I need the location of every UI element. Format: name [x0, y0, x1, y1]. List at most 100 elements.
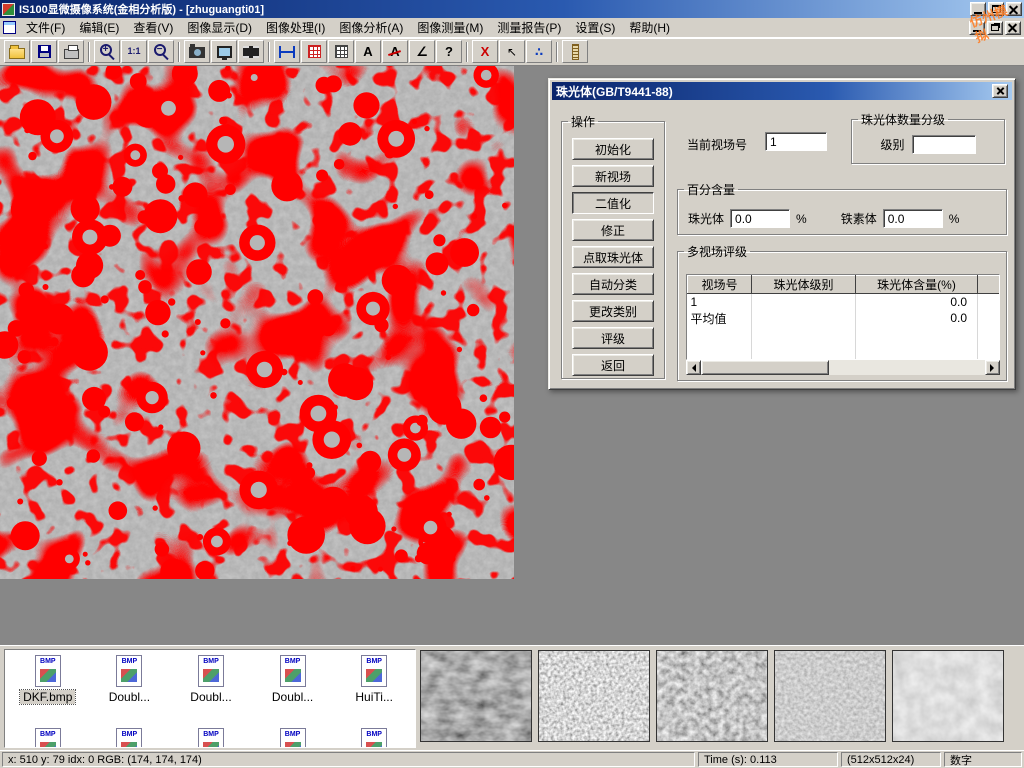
text-ax-icon: A — [390, 45, 399, 58]
one-one-button[interactable]: 1:1 — [121, 40, 147, 63]
menu-bar: 文件(F)编辑(E)查看(V)图像显示(D)图像处理(I)图像分析(A)图像测量… — [0, 18, 1024, 38]
thumbnail-3[interactable] — [656, 650, 768, 742]
new-field-button[interactable]: 新视场 — [572, 165, 654, 187]
file-item[interactable]: BMP — [7, 728, 89, 748]
change-class-button[interactable]: 更改类别 — [572, 300, 654, 322]
binarize-button[interactable]: 二值化 — [572, 192, 654, 214]
help-button[interactable]: ? — [436, 40, 462, 63]
menu-measure-report[interactable]: 测量报告(P) — [490, 17, 568, 38]
text-a-button[interactable]: A — [355, 40, 381, 63]
display-button[interactable] — [211, 40, 237, 63]
file-item[interactable]: BMP — [89, 728, 171, 748]
one-one-icon: 1:1 — [127, 47, 140, 56]
current-field-input[interactable] — [765, 132, 827, 151]
init-button[interactable]: 初始化 — [572, 138, 654, 160]
minimize-icon — [973, 30, 981, 32]
child-close-button[interactable] — [1005, 21, 1021, 35]
column-content[interactable]: 珠光体含量(%) — [856, 276, 978, 294]
file-name: Doubl... — [269, 690, 316, 704]
ferrite-percent-input[interactable] — [883, 209, 943, 228]
maximize-button[interactable] — [988, 2, 1004, 16]
micrograph-image[interactable] — [0, 66, 514, 579]
column-field[interactable]: 视场号 — [688, 276, 752, 294]
title-bar: IS100显微摄像系统(金相分析版) - [zhuguangti01] — [0, 0, 1024, 18]
menu-image-display[interactable]: 图像显示(D) — [180, 17, 259, 38]
file-item[interactable]: BMP — [333, 728, 415, 748]
cut-button[interactable]: X — [472, 40, 498, 63]
file-item[interactable]: BMP — [170, 728, 252, 748]
multi-field-table[interactable]: 视场号 珠光体级别 珠光体含量(%) 铁素 10.0平均值0.0 — [686, 274, 1000, 360]
pearlite-percent-input[interactable] — [730, 209, 790, 228]
auto-classify-button[interactable]: 自动分类 — [572, 273, 654, 295]
zoom-in-button[interactable]: + — [94, 40, 120, 63]
table-row[interactable]: 平均值0.0 — [688, 310, 1001, 327]
child-window-icon[interactable] — [3, 21, 16, 34]
print-button[interactable] — [58, 40, 84, 63]
window-controls — [970, 2, 1022, 16]
table-row-empty — [688, 327, 1001, 343]
grid-red-button[interactable] — [301, 40, 327, 63]
select-button[interactable]: ↖ — [499, 40, 525, 63]
ruler-button[interactable] — [562, 40, 588, 63]
file-item[interactable]: BMPDoubl... — [252, 655, 334, 704]
table-row[interactable]: 10.0 — [688, 294, 1001, 310]
child-minimize-button[interactable] — [969, 21, 985, 35]
arrow-left-icon — [688, 364, 696, 372]
scroll-track[interactable] — [701, 360, 985, 375]
scroll-right-button[interactable] — [985, 360, 1000, 375]
column-ferrite[interactable]: 铁素 — [978, 276, 1001, 294]
menu-help[interactable]: 帮助(H) — [622, 17, 677, 38]
help-icon: ? — [445, 45, 453, 58]
current-field-label: 当前视场号 — [687, 136, 747, 153]
file-item[interactable]: BMPDoubl... — [170, 655, 252, 704]
dialog-close-button[interactable] — [992, 84, 1008, 98]
menu-image-process[interactable]: 图像处理(I) — [259, 17, 332, 38]
correct-button[interactable]: 修正 — [572, 219, 654, 241]
thumbnail-2[interactable] — [538, 650, 650, 742]
menu-file[interactable]: 文件(F) — [19, 17, 72, 38]
dialog-title-bar[interactable]: 珠光体(GB/T9441-88) — [552, 82, 1012, 100]
text-ax-button[interactable]: A — [382, 40, 408, 63]
return-button[interactable]: 返回 — [572, 354, 654, 376]
file-browser: BMPDKF.bmpBMPDoubl...BMPDoubl...BMPDoubl… — [4, 649, 416, 748]
arrow-right-icon — [990, 364, 998, 372]
file-item[interactable]: BMPDoubl... — [89, 655, 171, 704]
multi-field-group: 多视场评级 视场号 珠光体级别 珠光体含量(%) 铁素 10.0平均值 — [677, 243, 1007, 381]
grade-button[interactable]: 评级 — [572, 327, 654, 349]
minimize-button[interactable] — [970, 2, 986, 16]
table-hscrollbar[interactable] — [686, 360, 1000, 375]
angle-button[interactable]: ∠ — [409, 40, 435, 63]
thumbnail-1[interactable] — [420, 650, 532, 742]
multi-field-group-label: 多视场评级 — [684, 243, 750, 260]
toolbar-separator — [268, 42, 270, 62]
menu-image-analysis[interactable]: 图像分析(A) — [332, 17, 410, 38]
grade-input[interactable] — [912, 135, 976, 154]
file-item[interactable]: BMPHuiTi... — [333, 655, 415, 704]
thumbnail-4[interactable] — [774, 650, 886, 742]
scroll-left-button[interactable] — [686, 360, 701, 375]
toolbar-separator — [88, 42, 90, 62]
film-button[interactable] — [238, 40, 264, 63]
thumbnail-5[interactable] — [892, 650, 1004, 742]
toolbar: +1:1− AA ∠? X↖∴ — [0, 38, 1024, 66]
count-button[interactable]: ∴ — [526, 40, 552, 63]
save-icon — [38, 45, 51, 58]
file-item[interactable]: BMPDKF.bmp — [7, 655, 89, 704]
thumbnail-strip — [420, 650, 1004, 744]
caliper-button[interactable] — [274, 40, 300, 63]
menu-view[interactable]: 查看(V) — [126, 17, 180, 38]
grid-dark-button[interactable] — [328, 40, 354, 63]
column-grade[interactable]: 珠光体级别 — [752, 276, 856, 294]
close-button[interactable] — [1006, 2, 1022, 16]
file-item[interactable]: BMP — [252, 728, 334, 748]
pick-pearlite-button[interactable]: 点取珠光体 — [572, 246, 654, 268]
scroll-thumb[interactable] — [701, 360, 829, 375]
menu-settings[interactable]: 设置(S) — [568, 17, 622, 38]
save-button[interactable] — [31, 40, 57, 63]
menu-image-measure[interactable]: 图像测量(M) — [410, 17, 490, 38]
open-button[interactable] — [4, 40, 30, 63]
zoom-out-button[interactable]: − — [148, 40, 174, 63]
child-restore-button[interactable] — [987, 21, 1003, 35]
capture-button[interactable] — [184, 40, 210, 63]
menu-edit[interactable]: 编辑(E) — [72, 17, 126, 38]
